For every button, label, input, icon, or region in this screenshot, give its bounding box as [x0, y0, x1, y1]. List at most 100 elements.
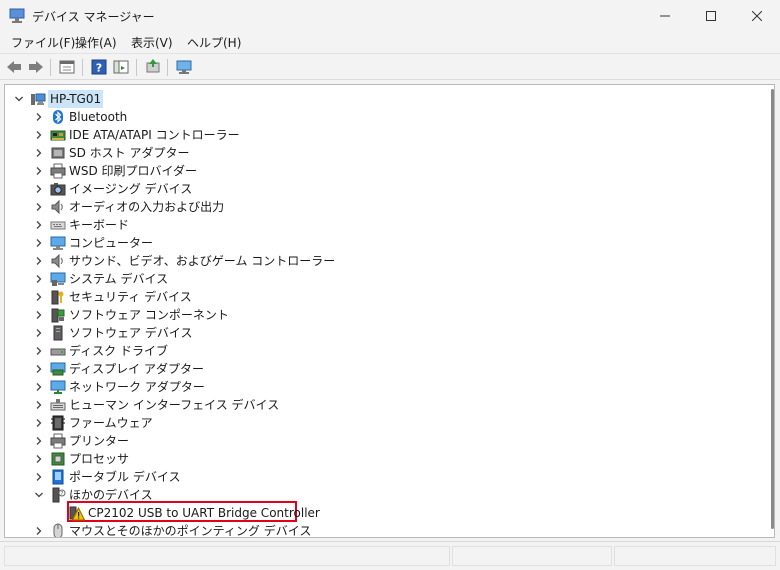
chevron-right-icon[interactable]: [34, 436, 44, 446]
chevron-right-icon[interactable]: [34, 238, 44, 248]
device-tree[interactable]: HP-TG01 Bluetooth IDE ATA/ATAPI コントローラー SD…: [4, 84, 775, 538]
minimize-icon: [660, 15, 670, 16]
tree-item-label[interactable]: ほかのデバイス: [69, 486, 153, 504]
toolbar-separator: [82, 59, 83, 76]
menu-file[interactable]: ファイル(F): [8, 34, 78, 51]
chevron-right-icon[interactable]: [34, 256, 44, 266]
chevron-down-icon[interactable]: [14, 94, 24, 104]
security-key-icon: [51, 290, 64, 305]
console-tree-icon[interactable]: [112, 58, 130, 76]
properties-icon[interactable]: [58, 58, 76, 76]
chevron-right-icon[interactable]: [34, 472, 44, 482]
minimize-button[interactable]: [642, 0, 688, 31]
device-manager-icon: [9, 8, 25, 23]
toolbar-separator: [50, 59, 51, 76]
toolbar-separator: [136, 59, 137, 76]
chevron-right-icon[interactable]: [34, 526, 44, 536]
status-pane-right: [614, 546, 776, 566]
display-adapter-icon: [50, 362, 66, 376]
svg-text:?: ?: [61, 491, 64, 497]
unknown-device-icon: ?: [52, 487, 66, 503]
chevron-right-icon[interactable]: [34, 112, 44, 122]
tree-item-label[interactable]: WSD 印刷プロバイダー: [69, 162, 197, 180]
menu-help[interactable]: ヘルプ(H): [184, 34, 244, 51]
tree-item-label[interactable]: コンピューター: [69, 234, 153, 252]
chevron-right-icon[interactable]: [34, 418, 44, 428]
chevron-right-icon[interactable]: [34, 328, 44, 338]
camera-icon: [50, 183, 66, 196]
tree-item-label[interactable]: ソフトウェア コンポーネント: [69, 306, 229, 324]
forward-arrow-icon[interactable]: [27, 58, 45, 76]
bluetooth-icon: [53, 110, 63, 124]
software-device-icon: [53, 325, 63, 341]
tree-item-label[interactable]: オーディオの入力および出力: [69, 198, 224, 216]
tree-item-label[interactable]: ファームウェア: [69, 414, 153, 432]
tree-item-label[interactable]: セキュリティ デバイス: [69, 288, 192, 306]
status-pane-middle: [452, 546, 612, 566]
chevron-right-icon[interactable]: [34, 400, 44, 410]
maximize-icon: [706, 10, 716, 21]
menu-action[interactable]: 操作(A): [72, 34, 120, 51]
tree-item-label[interactable]: マウスとそのほかのポインティング デバイス: [69, 522, 311, 537]
chevron-right-icon[interactable]: [34, 274, 44, 284]
chevron-right-icon[interactable]: [34, 364, 44, 374]
tree-item-label[interactable]: ディスプレイ アダプター: [69, 360, 204, 378]
toolbar-separator: [167, 59, 168, 76]
monitor-scan-icon[interactable]: [175, 58, 193, 76]
tree-item-label[interactable]: ネットワーク アダプター: [69, 378, 205, 396]
tree-item-label[interactable]: ディスク ドライブ: [69, 342, 168, 360]
svg-text:?: ?: [96, 62, 102, 75]
tree-item-label[interactable]: SD ホスト アダプター: [69, 144, 190, 162]
vertical-scrollbar[interactable]: [769, 85, 774, 537]
chevron-right-icon[interactable]: [34, 130, 44, 140]
tree-item-label[interactable]: ソフトウェア デバイス: [69, 324, 192, 342]
update-driver-icon[interactable]: [144, 58, 162, 76]
chevron-right-icon[interactable]: [34, 148, 44, 158]
speaker-icon: [51, 253, 63, 269]
tree-item-label[interactable]: キーボード: [69, 216, 129, 234]
chevron-right-icon[interactable]: [34, 202, 44, 212]
tree-item-label[interactable]: IDE ATA/ATAPI コントローラー: [69, 126, 240, 144]
disk-drive-icon: [50, 348, 66, 356]
tree-item-label[interactable]: サウンド、ビデオ、およびゲーム コントローラー: [69, 252, 335, 270]
window-title: デバイス マネージャー: [32, 10, 155, 24]
firmware-icon: [51, 415, 65, 431]
chevron-right-icon[interactable]: [34, 382, 44, 392]
chevron-right-icon[interactable]: [34, 292, 44, 302]
processor-icon: [51, 452, 65, 466]
back-arrow-icon[interactable]: [5, 58, 23, 76]
tree-child-label[interactable]: CP2102 USB to UART Bridge Controller: [88, 504, 320, 522]
toolbar: ?: [0, 53, 780, 80]
menu-view[interactable]: 表示(V): [128, 34, 176, 51]
chevron-right-icon[interactable]: [34, 220, 44, 230]
tree-item-label[interactable]: システム デバイス: [69, 270, 168, 288]
tree-item-label[interactable]: ヒューマン インターフェイス デバイス: [69, 396, 279, 414]
monitor-icon: [50, 236, 66, 250]
portable-device-icon: [52, 469, 64, 485]
chevron-right-icon[interactable]: [34, 166, 44, 176]
network-adapter-icon: [50, 380, 66, 394]
chevron-down-icon[interactable]: [34, 490, 44, 500]
tree-item-label[interactable]: ポータブル デバイス: [69, 468, 180, 486]
maximize-button[interactable]: [688, 0, 734, 31]
chevron-right-icon[interactable]: [34, 310, 44, 320]
status-bar: [0, 541, 780, 570]
status-pane-main: [4, 546, 450, 566]
software-component-icon: [51, 308, 65, 323]
chevron-right-icon[interactable]: [34, 184, 44, 194]
tree-item-label[interactable]: プロセッサ: [69, 450, 129, 468]
computer-icon: [31, 93, 46, 105]
chevron-right-icon[interactable]: [34, 454, 44, 464]
printer-icon: [50, 163, 66, 179]
hid-icon: [50, 399, 66, 411]
chevron-right-icon[interactable]: [34, 346, 44, 356]
tree-item-label[interactable]: プリンター: [69, 432, 129, 450]
title-bar: デバイス マネージャー: [0, 0, 780, 31]
close-button[interactable]: [734, 0, 780, 31]
help-icon[interactable]: ?: [90, 58, 108, 76]
tree-item-label[interactable]: Bluetooth: [69, 108, 127, 126]
warning-device-icon: [69, 506, 85, 521]
tree-root-label[interactable]: HP-TG01: [48, 90, 104, 108]
tree-item-label[interactable]: イメージング デバイス: [69, 180, 192, 198]
scrollbar-thumb[interactable]: [771, 89, 774, 529]
